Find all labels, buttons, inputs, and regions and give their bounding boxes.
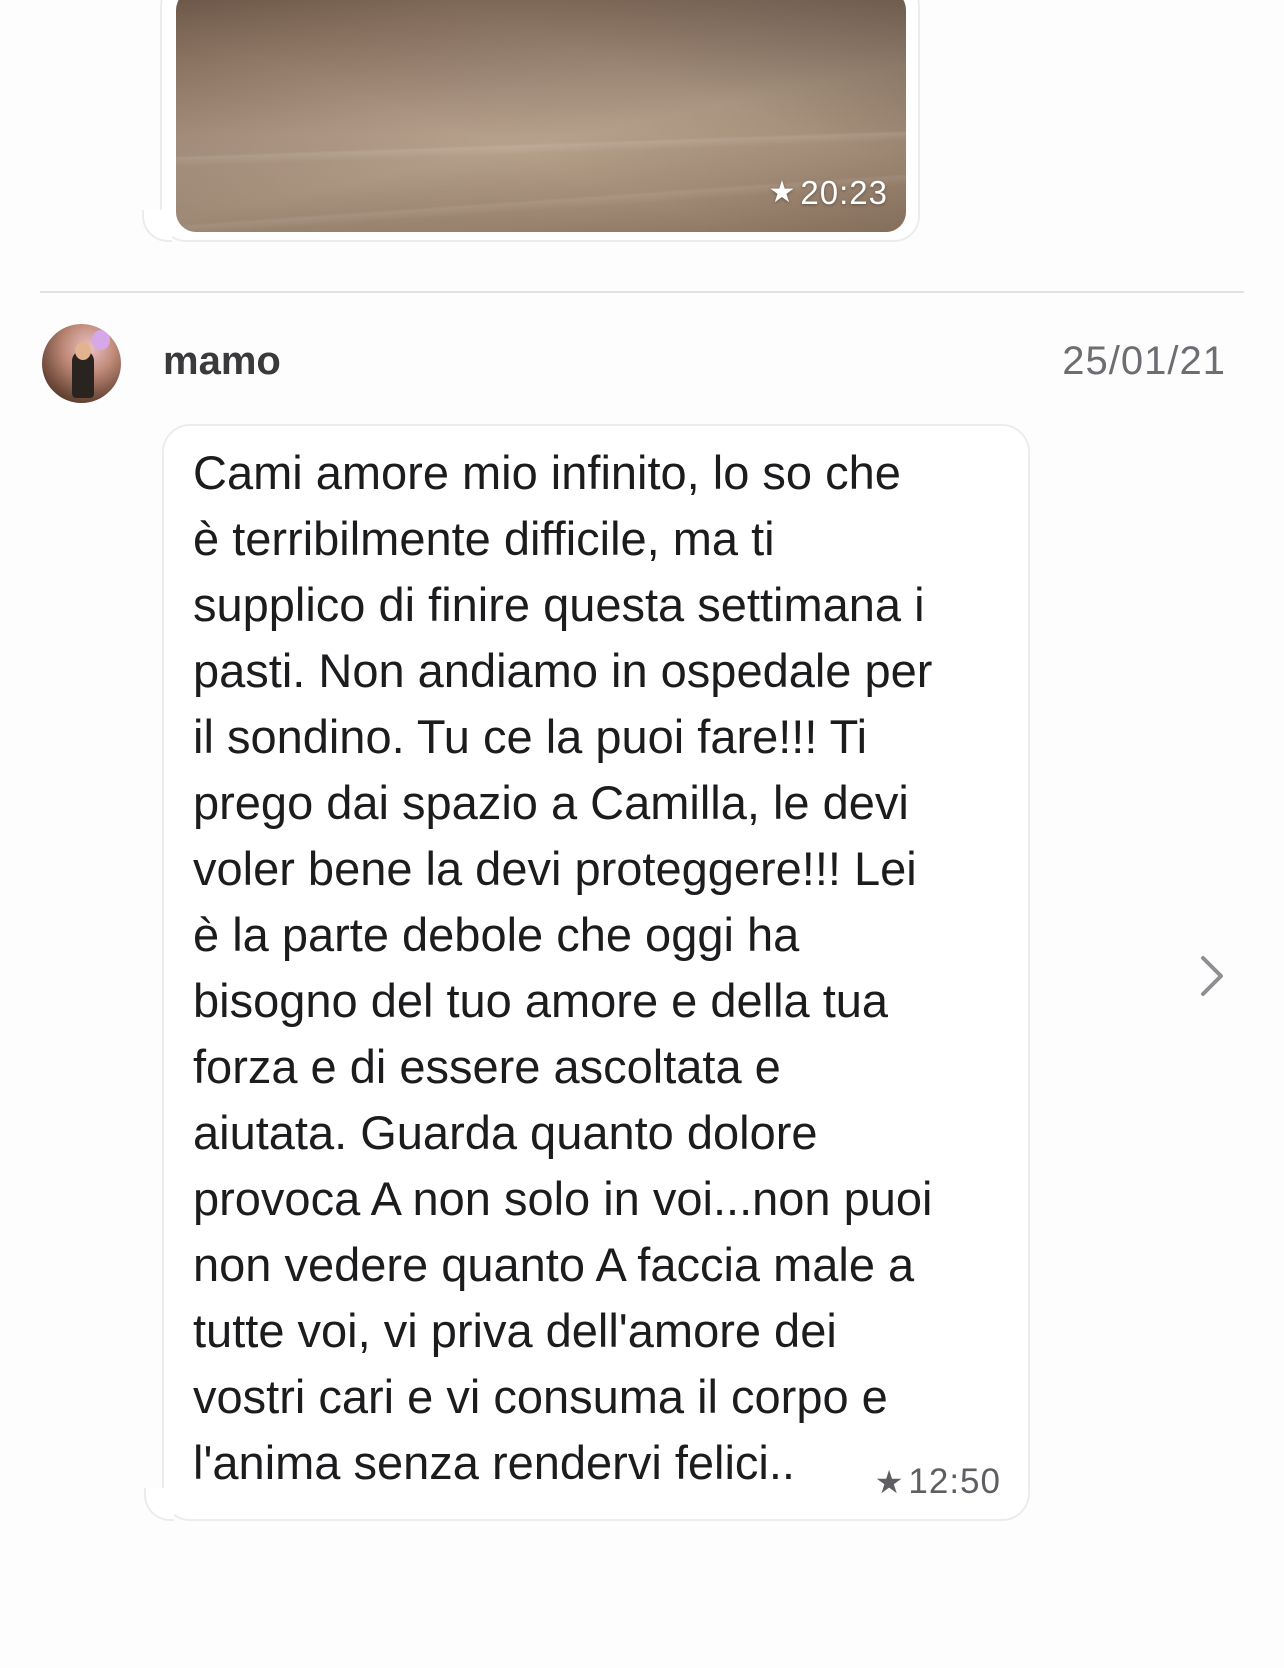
- avatar-balloon: [92, 330, 110, 350]
- photo-time-label: 20:23: [800, 174, 888, 211]
- star-icon: ★: [874, 1464, 905, 1500]
- star-icon: ★: [768, 176, 797, 209]
- chevron-right-svg: [1201, 956, 1223, 996]
- message-time-label: 12:50: [908, 1462, 1001, 1501]
- message-date: 25/01/21: [1062, 339, 1226, 383]
- bubble-tail: [142, 210, 172, 242]
- chevron-right-icon[interactable]: [1192, 946, 1232, 1006]
- bubble-tail: [144, 1488, 174, 1521]
- sender-name[interactable]: mamo: [163, 339, 281, 384]
- photo-timestamp: ★ 20:23: [769, 174, 889, 212]
- avatar[interactable]: [42, 324, 121, 403]
- message-timestamp: ★ 12:50: [875, 1462, 1001, 1502]
- message-divider: [40, 291, 1244, 293]
- message-text: Cami amore mio infinito, lo so che è ter…: [193, 446, 933, 1489]
- avatar-face: [75, 342, 91, 360]
- photo-attachment[interactable]: ★ 20:23: [176, 0, 906, 232]
- chat-screen: ★ 20:23 mamo 25/01/21 Cami amore mio inf…: [0, 0, 1284, 1668]
